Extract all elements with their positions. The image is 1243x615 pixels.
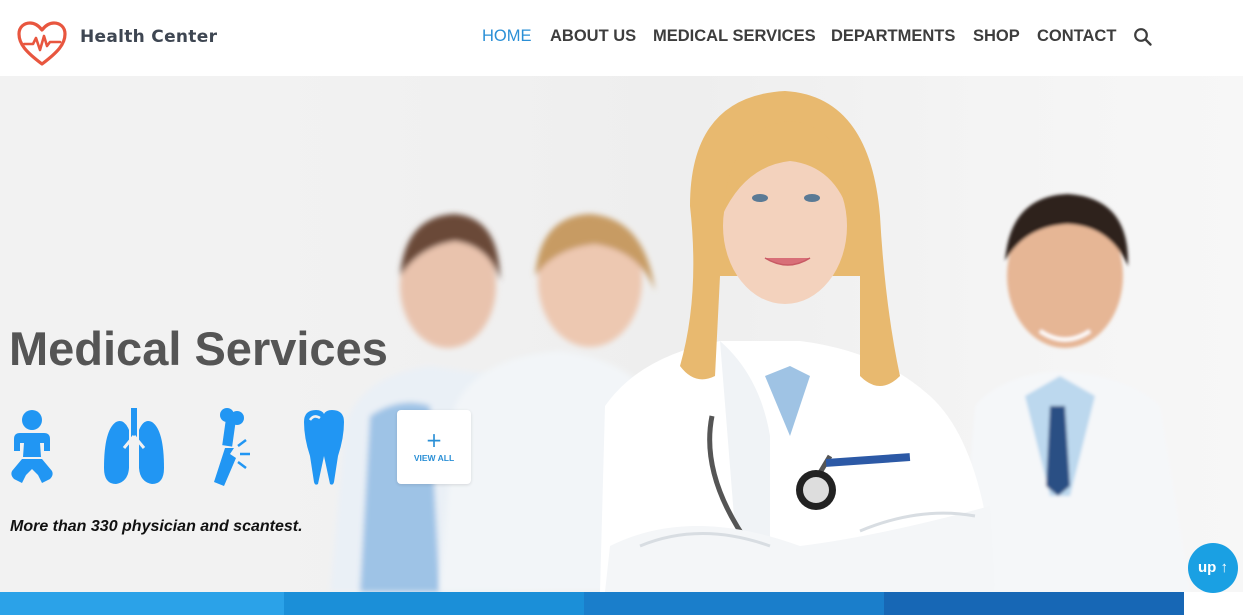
tooth-icon[interactable] <box>300 408 348 486</box>
hero-subtitle: More than 330 physician and scantest. <box>10 518 303 535</box>
nav-medical-services[interactable]: MEDICAL SERVICES <box>653 27 816 46</box>
feature-tab-4[interactable] <box>884 592 1184 615</box>
feature-tab-2[interactable] <box>284 592 584 615</box>
plus-icon: + <box>425 428 443 452</box>
broken-bone-icon[interactable] <box>210 408 254 486</box>
feature-tabs-strip <box>0 592 1243 615</box>
site-header: Health Center HOME ABOUT US MEDICAL SERV… <box>0 0 1243 76</box>
search-icon[interactable] <box>1133 27 1153 47</box>
nav-about-us[interactable]: ABOUT US <box>550 27 636 46</box>
hero-title: Medical Services <box>9 322 388 375</box>
brand-name[interactable]: Health Center <box>80 27 217 47</box>
arrow-up-icon: ↑ <box>1220 559 1229 576</box>
nav-departments[interactable]: DEPARTMENTS <box>831 27 955 46</box>
baby-icon[interactable] <box>8 409 56 485</box>
nav-shop[interactable]: SHOP <box>973 27 1020 46</box>
heart-pulse-icon[interactable] <box>16 20 68 68</box>
nav-home[interactable]: HOME <box>482 27 532 46</box>
hero-banner: Medical Services + VIEW ALL More than 33… <box>0 76 1243 592</box>
scroll-to-top-button[interactable]: up ↑ <box>1188 543 1238 593</box>
feature-tab-3[interactable] <box>584 592 884 615</box>
feature-tab-1[interactable] <box>0 592 284 615</box>
view-all-label: VIEW ALL <box>413 453 455 463</box>
view-all-button[interactable]: + VIEW ALL <box>397 410 471 484</box>
up-label: up <box>1198 559 1217 576</box>
nav-contact[interactable]: CONTACT <box>1037 27 1116 46</box>
lungs-icon[interactable] <box>102 408 166 486</box>
